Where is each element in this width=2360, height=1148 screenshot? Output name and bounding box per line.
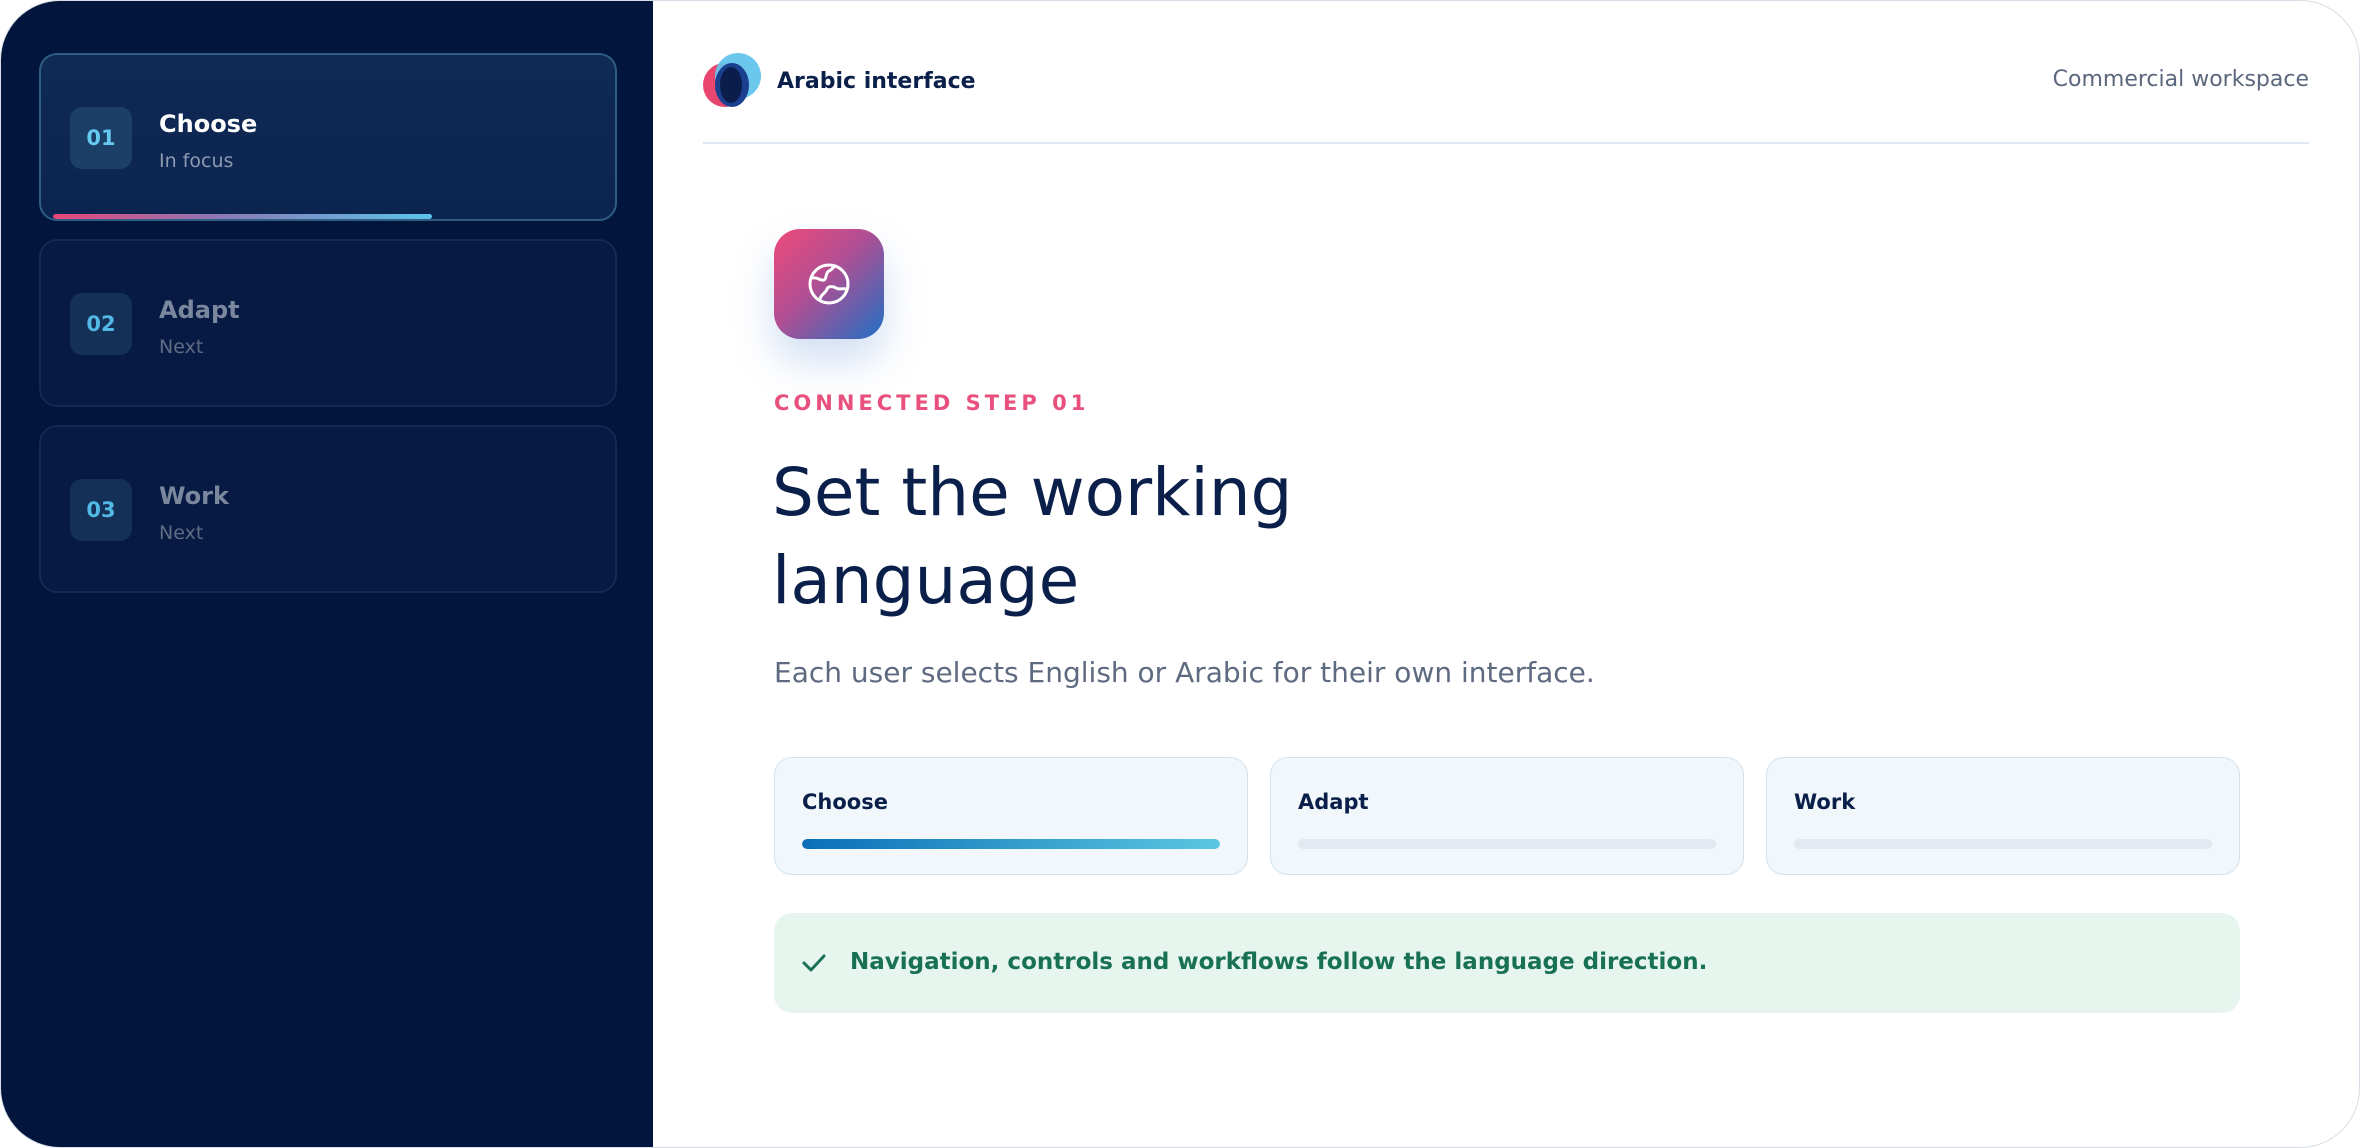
success-notice: Navigation, controls and workflows follo… <box>774 913 2240 1013</box>
step-title: Adapt <box>159 296 240 324</box>
brand-logo <box>703 53 761 109</box>
page-title: Set the working language <box>772 454 1293 619</box>
progress-card-choose[interactable]: Choose <box>774 757 1248 875</box>
progress-card-work[interactable]: Work <box>1766 757 2240 875</box>
step-number-badge: 03 <box>70 479 132 541</box>
main-panel: Arabic interface Commercial workspace CO… <box>653 1 2359 1147</box>
app-window: 01 Choose In focus 02 Adapt Next 03 Work… <box>0 0 2360 1148</box>
card-label: Work <box>1794 790 1856 814</box>
notice-text: Navigation, controls and workflows follo… <box>850 949 1708 975</box>
card-label: Adapt <box>1298 790 1369 814</box>
step-title: Choose <box>159 110 258 138</box>
step-number-badge: 02 <box>70 293 132 355</box>
card-progress-track <box>1298 839 1716 849</box>
card-progress-track <box>1794 839 2212 849</box>
brand-name: Arabic interface <box>777 68 976 94</box>
card-label: Choose <box>802 790 888 814</box>
progress-card-adapt[interactable]: Adapt <box>1270 757 1744 875</box>
brand: Arabic interface <box>703 53 976 109</box>
card-progress-fill <box>802 839 1220 849</box>
check-icon <box>802 954 826 972</box>
step-title: Work <box>159 482 229 510</box>
step-eyebrow: CONNECTED STEP 01 <box>774 391 1090 415</box>
sidebar-step-choose[interactable]: 01 Choose In focus <box>39 53 617 221</box>
sidebar-step-work[interactable]: 03 Work Next <box>39 425 617 593</box>
sidebar-step-adapt[interactable]: 02 Adapt Next <box>39 239 617 407</box>
card-progress-track <box>802 839 1220 849</box>
header-divider <box>703 142 2309 144</box>
step-number-badge: 01 <box>70 107 132 169</box>
workspace-label: Commercial workspace <box>2052 67 2309 92</box>
page-description: Each user selects English or Arabic for … <box>774 656 1595 689</box>
steps-sidebar: 01 Choose In focus 02 Adapt Next 03 Work… <box>1 1 653 1147</box>
step-status: Next <box>159 336 204 358</box>
step-progress-bar <box>53 214 432 219</box>
step-status: Next <box>159 522 204 544</box>
step-status: In focus <box>159 150 234 172</box>
globe-icon <box>774 229 884 339</box>
